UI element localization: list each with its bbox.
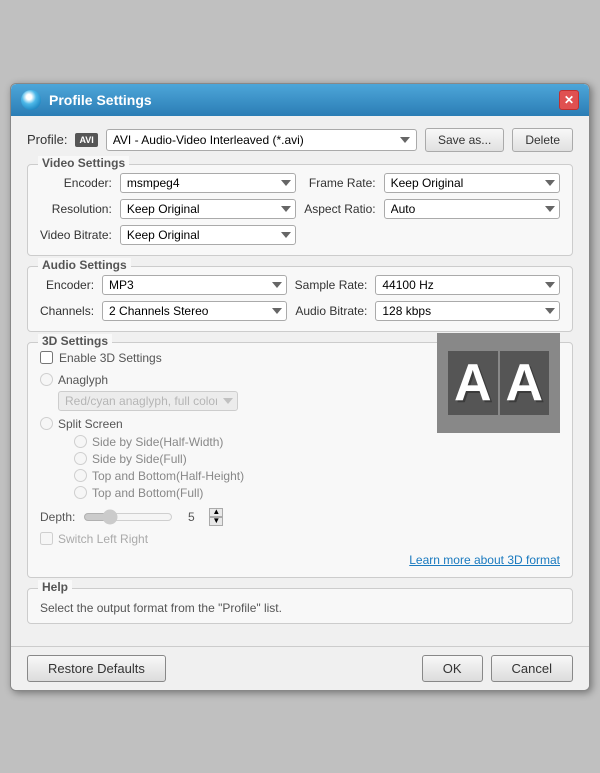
split-screen-label: Split Screen (58, 417, 123, 431)
switch-left-right-checkbox[interactable] (40, 532, 53, 545)
top-bottom-full-radio[interactable] (74, 486, 87, 499)
split-screen-sub-options: Side by Side(Half-Width) Side by Side(Fu… (58, 435, 415, 500)
preview-box: A A (437, 333, 560, 433)
anaglyph-radio[interactable] (40, 373, 53, 386)
title-bar-left: Profile Settings (21, 90, 152, 110)
resolution-label: Resolution: (40, 202, 112, 216)
3d-main-content: Anaglyph Red/cyan anaglyph, full color S… (40, 373, 560, 546)
save-as-button[interactable]: Save as... (425, 128, 504, 152)
depth-value: 5 (181, 510, 201, 524)
channels-dropdown[interactable]: 2 Channels Stereo (102, 301, 287, 321)
audio-bitrate-dropdown[interactable]: 128 kbps (375, 301, 560, 321)
learn-more-container: Learn more about 3D format (40, 552, 560, 567)
enable-3d-checkbox[interactable] (40, 351, 53, 364)
restore-defaults-button[interactable]: Restore Defaults (27, 655, 166, 682)
encoder-label: Encoder: (40, 176, 112, 190)
sample-rate-dropdown[interactable]: 44100 Hz (375, 275, 560, 295)
3d-controls: Anaglyph Red/cyan anaglyph, full color S… (40, 373, 415, 546)
footer: Restore Defaults OK Cancel (11, 646, 589, 690)
video-settings-section: Video Settings Encoder: msmpeg4 Frame Ra… (27, 164, 573, 256)
3d-settings-section: 3D Settings Enable 3D Settings Anaglyph … (27, 342, 573, 578)
encoder-dropdown[interactable]: msmpeg4 (120, 173, 296, 193)
audio-bitrate-label: Audio Bitrate: (295, 304, 368, 318)
split-screen-option: Split Screen (40, 417, 415, 431)
ok-button[interactable]: OK (422, 655, 483, 682)
depth-down-button[interactable]: ▼ (209, 517, 223, 526)
video-bitrate-label: Video Bitrate: (40, 228, 112, 242)
profile-format-icon: AVI (75, 133, 97, 147)
audio-settings-title: Audio Settings (38, 258, 131, 272)
frame-rate-dropdown[interactable]: Keep Original (384, 173, 560, 193)
help-text: Select the output format from the "Profi… (40, 601, 560, 615)
profile-dropdown[interactable]: AVI - Audio-Video Interleaved (*.avi) (106, 129, 417, 151)
top-bottom-half-option: Top and Bottom(Half-Height) (74, 469, 415, 483)
anaglyph-label: Anaglyph (58, 373, 108, 387)
3d-bottom-left: Depth: 5 ▲ ▼ Switch Left Right (40, 508, 223, 546)
learn-more-link[interactable]: Learn more about 3D format (409, 553, 560, 567)
top-bottom-full-label: Top and Bottom(Full) (92, 486, 203, 500)
audio-settings-section: Audio Settings Encoder: MP3 Sample Rate:… (27, 266, 573, 332)
top-bottom-half-label: Top and Bottom(Half-Height) (92, 469, 244, 483)
profile-label: Profile: (27, 132, 67, 147)
help-section: Help Select the output format from the "… (27, 588, 573, 624)
anaglyph-dropdown[interactable]: Red/cyan anaglyph, full color (58, 391, 238, 411)
side-by-side-full-radio[interactable] (74, 452, 87, 465)
profile-settings-dialog: Profile Settings ✕ Profile: AVI AVI - Au… (10, 83, 590, 691)
preview-aa-display: A A (448, 351, 549, 415)
3d-settings-title: 3D Settings (38, 334, 112, 348)
side-by-side-half-label: Side by Side(Half-Width) (92, 435, 223, 449)
cancel-button[interactable]: Cancel (491, 655, 573, 682)
frame-rate-label: Frame Rate: (304, 176, 375, 190)
side-by-side-full-option: Side by Side(Full) (74, 452, 415, 466)
side-by-side-full-label: Side by Side(Full) (92, 452, 187, 466)
side-by-side-half-option: Side by Side(Half-Width) (74, 435, 415, 449)
footer-right-buttons: OK Cancel (422, 655, 573, 682)
aspect-ratio-label: Aspect Ratio: (304, 202, 375, 216)
app-icon (21, 90, 41, 110)
3d-bottom-row: Depth: 5 ▲ ▼ Switch Left Right (40, 508, 415, 546)
resolution-dropdown[interactable]: Keep Original (120, 199, 296, 219)
channels-label: Channels: (40, 304, 94, 318)
delete-button[interactable]: Delete (512, 128, 573, 152)
depth-label: Depth: (40, 510, 75, 524)
top-bottom-half-radio[interactable] (74, 469, 87, 482)
top-bottom-full-option: Top and Bottom(Full) (74, 486, 415, 500)
dialog-content: Profile: AVI AVI - Audio-Video Interleav… (11, 116, 589, 646)
preview-container: A A (425, 373, 560, 546)
switch-left-right-row: Switch Left Right (40, 532, 223, 546)
aspect-ratio-dropdown[interactable]: Auto (384, 199, 560, 219)
profile-row: Profile: AVI AVI - Audio-Video Interleav… (27, 128, 573, 152)
split-screen-radio[interactable] (40, 417, 53, 430)
audio-encoder-dropdown[interactable]: MP3 (102, 275, 287, 295)
title-bar: Profile Settings ✕ (11, 84, 589, 116)
enable-3d-label: Enable 3D Settings (59, 351, 162, 365)
dialog-title: Profile Settings (49, 92, 152, 108)
depth-spinner: ▲ ▼ (209, 508, 223, 526)
switch-left-right-label: Switch Left Right (58, 532, 148, 546)
video-settings-grid: Encoder: msmpeg4 Frame Rate: Keep Origin… (40, 173, 560, 245)
depth-slider[interactable] (83, 509, 173, 525)
anaglyph-option: Anaglyph (40, 373, 415, 387)
audio-encoder-label: Encoder: (40, 278, 94, 292)
sample-rate-label: Sample Rate: (295, 278, 368, 292)
video-bitrate-dropdown[interactable]: Keep Original (120, 225, 296, 245)
help-title: Help (38, 580, 72, 594)
depth-row: Depth: 5 ▲ ▼ (40, 508, 223, 526)
preview-a-right: A (500, 351, 550, 415)
audio-settings-grid: Encoder: MP3 Sample Rate: 44100 Hz Chann… (40, 275, 560, 321)
close-button[interactable]: ✕ (559, 90, 579, 110)
video-settings-title: Video Settings (38, 156, 129, 170)
side-by-side-half-radio[interactable] (74, 435, 87, 448)
preview-a-left: A (448, 351, 498, 415)
